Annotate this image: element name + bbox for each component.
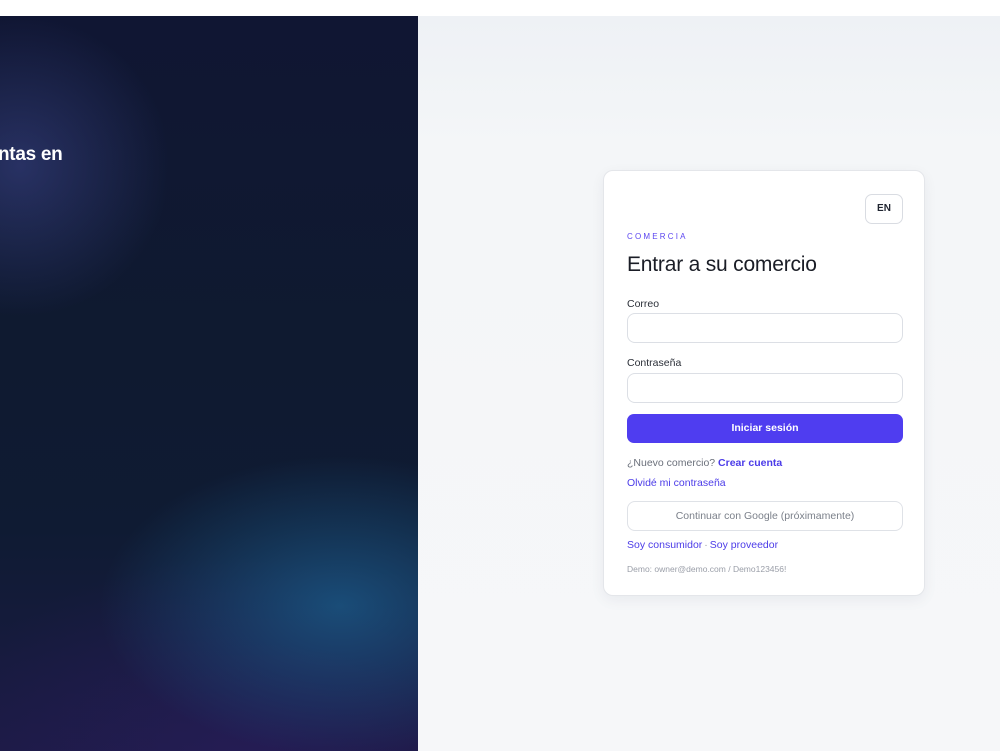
email-field[interactable] bbox=[627, 313, 903, 343]
brand-label: COMERCIA bbox=[627, 232, 688, 241]
email-label: Correo bbox=[627, 298, 660, 310]
password-field[interactable] bbox=[627, 373, 903, 403]
top-strip bbox=[0, 0, 1000, 16]
create-account-link[interactable]: Crear cuenta bbox=[718, 457, 782, 469]
signup-line: ¿Nuevo comercio? Crear cuenta bbox=[627, 456, 782, 470]
forgot-password-link[interactable]: Olvidé mi contraseña bbox=[627, 477, 726, 489]
forgot-password-line: Olvidé mi contraseña bbox=[627, 476, 726, 490]
language-toggle-button[interactable]: EN bbox=[865, 194, 903, 224]
provider-link[interactable]: Soy proveedor bbox=[710, 539, 778, 551]
consumer-link[interactable]: Soy consumidor bbox=[627, 539, 702, 551]
google-signin-button[interactable]: Continuar con Google (próximamente) bbox=[627, 501, 903, 531]
role-separator: · bbox=[704, 539, 708, 551]
login-card: EN COMERCIA Entrar a su comercio Correo … bbox=[603, 170, 925, 596]
password-label: Contraseña bbox=[627, 357, 682, 369]
hero-heading: ntas en bbox=[0, 144, 63, 165]
demo-credentials: Demo: owner@demo.com / Demo123456! bbox=[627, 564, 787, 574]
signup-prompt: ¿Nuevo comercio? bbox=[627, 457, 716, 469]
login-button[interactable]: Iniciar sesión bbox=[627, 414, 903, 443]
hero-panel: ntas en bbox=[0, 16, 418, 751]
role-links: Soy consumidor · Soy proveedor bbox=[627, 538, 778, 552]
page-title: Entrar a su comercio bbox=[627, 253, 817, 276]
